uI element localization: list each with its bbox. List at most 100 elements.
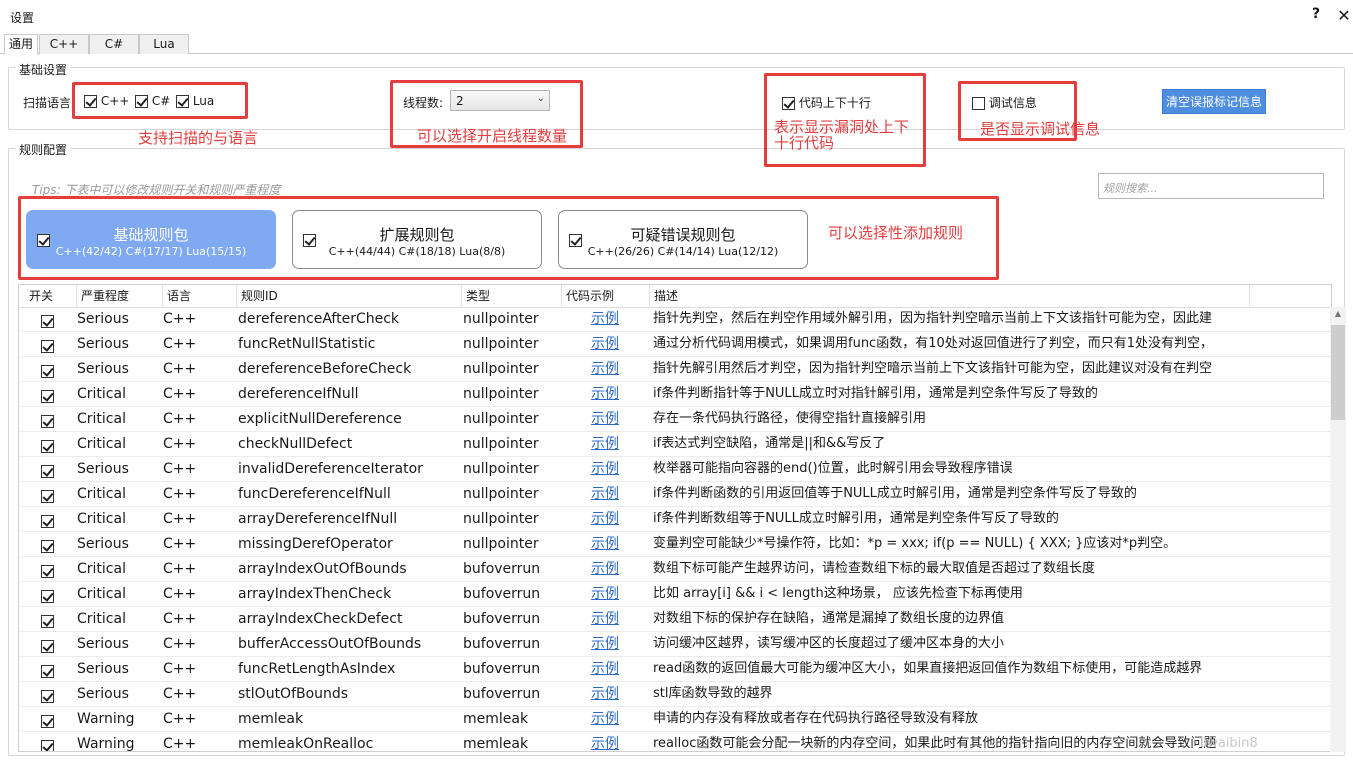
table-row[interactable]: Critical C++ explicitNullDereference nullpo… [19, 407, 1331, 432]
watermark: liwaibin8 [1200, 736, 1258, 751]
table-row[interactable]: Serious C++ invalidDereferenceIterator null… [19, 457, 1331, 482]
row-switch-checkbox[interactable] [41, 357, 71, 382]
row-rule-id: arrayIndexOutOfBounds [238, 561, 407, 577]
row-switch-checkbox[interactable] [41, 582, 71, 607]
row-rule-id: arrayIndexThenCheck [238, 586, 392, 602]
table-row[interactable]: Critical C++ arrayDereferenceIfNull nullpoi… [19, 507, 1331, 532]
row-example-link[interactable]: 示例 [591, 582, 631, 607]
table-row[interactable]: Warning C++ memleakOnRealloc memleak 示例 reall… [19, 732, 1331, 751]
column-header-switch[interactable]: 开关 [25, 285, 77, 308]
row-severity[interactable]: Serious [77, 632, 163, 657]
row-severity[interactable]: Critical [77, 557, 163, 582]
row-rule-id: bufferAccessOutOfBounds [238, 636, 422, 652]
row-example-link[interactable]: 示例 [591, 332, 631, 357]
row-example-link[interactable]: 示例 [591, 357, 631, 382]
row-severity[interactable]: Critical [77, 582, 163, 607]
row-example-link[interactable]: 示例 [591, 307, 631, 332]
row-severity[interactable]: Serious [77, 532, 163, 557]
table-row[interactable]: Serious C++ bufferAccessOutOfBounds bufover… [19, 632, 1331, 657]
column-header-description[interactable]: 描述 [650, 285, 1250, 308]
table-row[interactable]: Serious C++ funcRetNullStatistic nullpointe… [19, 332, 1331, 357]
row-switch-checkbox[interactable] [41, 307, 71, 332]
row-switch-checkbox[interactable] [41, 457, 71, 482]
row-severity[interactable]: Critical [77, 432, 163, 457]
tab-csharp[interactable]: C# [89, 34, 139, 54]
row-switch-checkbox[interactable] [41, 607, 71, 632]
row-example-link[interactable]: 示例 [591, 707, 631, 732]
row-switch-checkbox[interactable] [41, 382, 71, 407]
clear-false-positive-button[interactable]: 清空误报标记信息 [1162, 89, 1266, 114]
table-row[interactable]: Critical C++ dereferenceIfNull nullpointer 示… [19, 382, 1331, 407]
table-row[interactable]: Serious C++ stlOutOfBounds bufoverrun 示例 stl库… [19, 682, 1331, 707]
table-row[interactable]: Serious C++ dereferenceBeforeCheck nullpoin… [19, 357, 1331, 382]
row-severity[interactable]: Critical [77, 482, 163, 507]
checkbox-icon [41, 340, 54, 353]
row-switch-checkbox[interactable] [41, 657, 71, 682]
row-severity[interactable]: Serious [77, 657, 163, 682]
rule-search-input[interactable]: 规则搜索... [1098, 173, 1324, 199]
table-row[interactable]: Critical C++ arrayIndexThenCheck bufoverrun… [19, 582, 1331, 607]
row-severity[interactable]: Serious [77, 457, 163, 482]
row-severity[interactable]: Serious [77, 682, 163, 707]
row-example-link[interactable]: 示例 [591, 532, 631, 557]
row-switch-checkbox[interactable] [41, 707, 71, 732]
row-switch-checkbox[interactable] [41, 432, 71, 457]
table-scrollbar[interactable]: ▲ [1330, 307, 1346, 752]
row-example-link[interactable]: 示例 [591, 557, 631, 582]
row-switch-checkbox[interactable] [41, 632, 71, 657]
annotation-context-line2: 十行代码 [774, 134, 835, 152]
row-example-link[interactable]: 示例 [591, 382, 631, 407]
row-example-link[interactable]: 示例 [591, 607, 631, 632]
row-type: bufoverrun [463, 586, 541, 602]
row-example-link[interactable]: 示例 [591, 632, 631, 657]
row-example-link[interactable]: 示例 [591, 657, 631, 682]
tab-general[interactable]: 通用 [4, 34, 38, 55]
column-header-language[interactable]: 语言 [163, 285, 237, 308]
row-switch-checkbox[interactable] [41, 532, 71, 557]
row-severity[interactable]: Warning [77, 707, 163, 732]
table-row[interactable]: Serious C++ missingDerefOperator nullpointe… [19, 532, 1331, 557]
table-row[interactable]: Critical C++ checkNullDefect nullpointer 示例 i… [19, 432, 1331, 457]
row-switch-checkbox[interactable] [41, 682, 71, 707]
table-row[interactable]: Serious C++ funcRetLengthAsIndex bufoverrun… [19, 657, 1331, 682]
tab-cpp[interactable]: C++ [39, 34, 89, 54]
row-severity[interactable]: Critical [77, 507, 163, 532]
column-header-example[interactable]: 代码示例 [562, 285, 650, 308]
table-row[interactable]: Critical C++ arrayIndexOutOfBounds bufoverr… [19, 557, 1331, 582]
row-example-link[interactable]: 示例 [591, 432, 631, 457]
scroll-up-icon[interactable]: ▲ [1330, 309, 1346, 319]
row-severity[interactable]: Critical [77, 607, 163, 632]
row-severity[interactable]: Serious [77, 307, 163, 332]
column-header-severity[interactable]: 严重程度 [77, 285, 163, 308]
row-switch-checkbox[interactable] [41, 482, 71, 507]
table-row[interactable]: Warning C++ memleak memleak 示例 申请的内存没有释放或者存在代… [19, 707, 1331, 732]
row-switch-checkbox[interactable] [41, 732, 71, 751]
row-language: C++ [163, 686, 197, 702]
row-example-link[interactable]: 示例 [591, 457, 631, 482]
row-switch-checkbox[interactable] [41, 407, 71, 432]
row-switch-checkbox[interactable] [41, 507, 71, 532]
scroll-thumb[interactable] [1331, 325, 1345, 420]
table-row[interactable]: Serious C++ dereferenceAfterCheck nullpoint… [19, 307, 1331, 332]
row-severity[interactable]: Serious [77, 357, 163, 382]
row-switch-checkbox[interactable] [41, 332, 71, 357]
row-description: realloc函数可能会分配一块新的内存空间，如果此时有其他的指针指向旧的内存空… [653, 736, 1217, 751]
row-severity[interactable]: Warning [77, 732, 163, 751]
row-example-link[interactable]: 示例 [591, 482, 631, 507]
row-example-link[interactable]: 示例 [591, 682, 631, 707]
row-severity[interactable]: Critical [77, 407, 163, 432]
close-button[interactable]: ✕ [1337, 6, 1351, 25]
column-header-rule-id[interactable]: 规则ID [237, 285, 462, 308]
row-severity[interactable]: Critical [77, 382, 163, 407]
row-example-link[interactable]: 示例 [591, 407, 631, 432]
row-example-link[interactable]: 示例 [591, 732, 631, 751]
help-button[interactable]: ? [1308, 6, 1324, 24]
row-example-link[interactable]: 示例 [591, 507, 631, 532]
row-switch-checkbox[interactable] [41, 557, 71, 582]
column-header-type[interactable]: 类型 [462, 285, 562, 308]
table-row[interactable]: Critical C++ arrayIndexCheckDefect bufoverr… [19, 607, 1331, 632]
row-rule-id: dereferenceAfterCheck [238, 311, 400, 327]
tab-lua[interactable]: Lua [139, 34, 189, 54]
row-severity[interactable]: Serious [77, 332, 163, 357]
table-row[interactable]: Critical C++ funcDereferenceIfNull nullpoin… [19, 482, 1331, 507]
